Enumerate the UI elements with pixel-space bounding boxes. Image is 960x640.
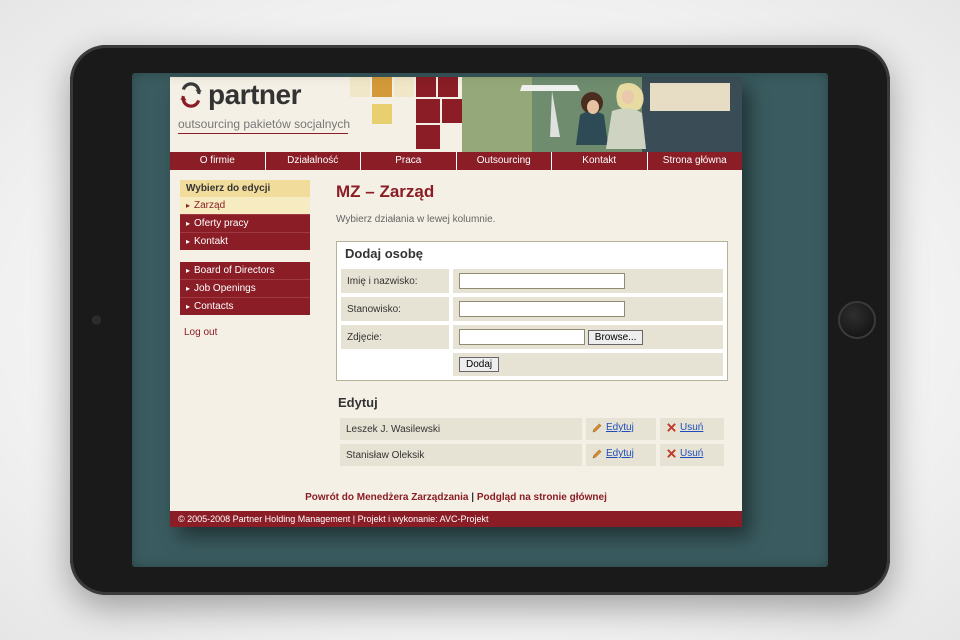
sidebar-item-label: Board of Directors (194, 265, 275, 276)
add-person-box: Dodaj osobę Imię i nazwisko: Stanowisko: (336, 241, 728, 381)
edit-link[interactable]: Edytuj (592, 448, 634, 459)
label-position: Stanowisko: (341, 297, 449, 321)
person-list: Leszek J. Wasilewski Edytuj Usuń Stanisł… (336, 414, 728, 470)
footer-credit-link[interactable]: AVC-Projekt (440, 514, 489, 524)
back-to-manager-link[interactable]: Powrót do Menedżera Zarządzania (305, 492, 468, 503)
add-person-title: Dodaj osobę (337, 242, 727, 265)
camera-dot (92, 316, 101, 325)
main-content: MZ – Zarząd Wybierz działania w lewej ko… (310, 170, 742, 484)
triangle-right-icon: ▸ (186, 237, 190, 246)
sidebar-item-label: Kontakt (194, 236, 228, 247)
input-photo-path[interactable] (459, 329, 585, 345)
delete-link[interactable]: Usuń (666, 448, 703, 459)
label-name: Imię i nazwisko: (341, 269, 449, 293)
delete-link[interactable]: Usuń (666, 422, 703, 433)
main-nav: O firmie Działalność Praca Outsourcing K… (170, 152, 742, 170)
sidebar-item-label: Job Openings (194, 283, 256, 294)
sidebar-item-zarzad[interactable]: ▸ Zarząd (180, 197, 310, 214)
sidebar-title: Wybierz do edycji (180, 180, 310, 197)
hero-image (462, 77, 742, 152)
logo[interactable]: partner (178, 79, 301, 111)
triangle-right-icon: ▸ (186, 284, 190, 293)
tablet-frame: partner outsourcing pakietów socjalnych (70, 45, 890, 595)
nav-praca[interactable]: Praca (361, 152, 457, 170)
hint-text: Wybierz działania w lewej kolumnie. (336, 214, 728, 225)
table-row: Leszek J. Wasilewski Edytuj Usuń (340, 418, 724, 440)
tablet-screen: partner outsourcing pakietów socjalnych (132, 73, 828, 567)
sidebar-item-oferty-pracy[interactable]: ▸ Oferty pracy (180, 214, 310, 232)
nav-o-firmie[interactable]: O firmie (170, 152, 266, 170)
pencil-icon (592, 448, 603, 459)
sidebar-item-job-openings[interactable]: ▸ Job Openings (180, 279, 310, 297)
nav-outsourcing[interactable]: Outsourcing (457, 152, 553, 170)
footer-copy: © 2005-2008 Partner Holding Management (178, 514, 350, 524)
table-row: Stanisław Oleksik Edytuj Usuń (340, 444, 724, 466)
logout-link[interactable]: Log out (184, 327, 217, 338)
x-icon (666, 448, 677, 459)
add-button[interactable]: Dodaj (459, 357, 499, 372)
header: partner outsourcing pakietów socjalnych (170, 77, 742, 152)
nav-dzialalnosc[interactable]: Działalność (266, 152, 362, 170)
person-name-cell: Stanisław Oleksik (340, 444, 582, 466)
preview-main-page-link[interactable]: Podgląd na stronie głównej (477, 492, 607, 503)
logo-wordmark: partner (208, 79, 301, 111)
sidebar-item-label: Contacts (194, 301, 233, 312)
mosaic-decor (350, 77, 480, 152)
sidebar-item-contacts[interactable]: ▸ Contacts (180, 297, 310, 315)
separator: | (469, 492, 477, 503)
pencil-icon (592, 422, 603, 433)
sidebar: Wybierz do edycji ▸Zarząd ▸Oferty pracy … (170, 170, 310, 484)
nav-strona-glowna[interactable]: Strona główna (648, 152, 743, 170)
sidebar-item-board-of-directors[interactable]: ▸ Board of Directors (180, 262, 310, 279)
footer-sep: | Projekt i wykonanie: (350, 514, 439, 524)
bottom-links: Powrót do Menedżera Zarządzania | Podglą… (170, 484, 742, 511)
triangle-right-icon: ▸ (186, 201, 190, 210)
person-name-cell: Leszek J. Wasilewski (340, 418, 582, 440)
label-photo: Zdjęcie: (341, 325, 449, 349)
home-button[interactable] (838, 301, 876, 339)
edit-section-title: Edytuj (338, 395, 728, 410)
browse-button[interactable]: Browse... (588, 330, 644, 345)
sidebar-item-label: Oferty pracy (194, 218, 248, 229)
triangle-right-icon: ▸ (186, 219, 190, 228)
edit-link[interactable]: Edytuj (592, 422, 634, 433)
footer: © 2005-2008 Partner Holding Management |… (170, 511, 742, 527)
nav-kontakt[interactable]: Kontakt (552, 152, 648, 170)
triangle-right-icon: ▸ (186, 302, 190, 311)
triangle-right-icon: ▸ (186, 266, 190, 275)
cycle-arrows-icon (178, 82, 204, 108)
app-window: partner outsourcing pakietów socjalnych (170, 77, 742, 527)
tagline: outsourcing pakietów socjalnych (178, 117, 350, 134)
page-title: MZ – Zarząd (336, 182, 728, 202)
sidebar-item-label: Zarząd (194, 200, 225, 211)
sidebar-item-kontakt[interactable]: ▸ Kontakt (180, 232, 310, 250)
input-name[interactable] (459, 273, 625, 289)
x-icon (666, 422, 677, 433)
input-position[interactable] (459, 301, 625, 317)
